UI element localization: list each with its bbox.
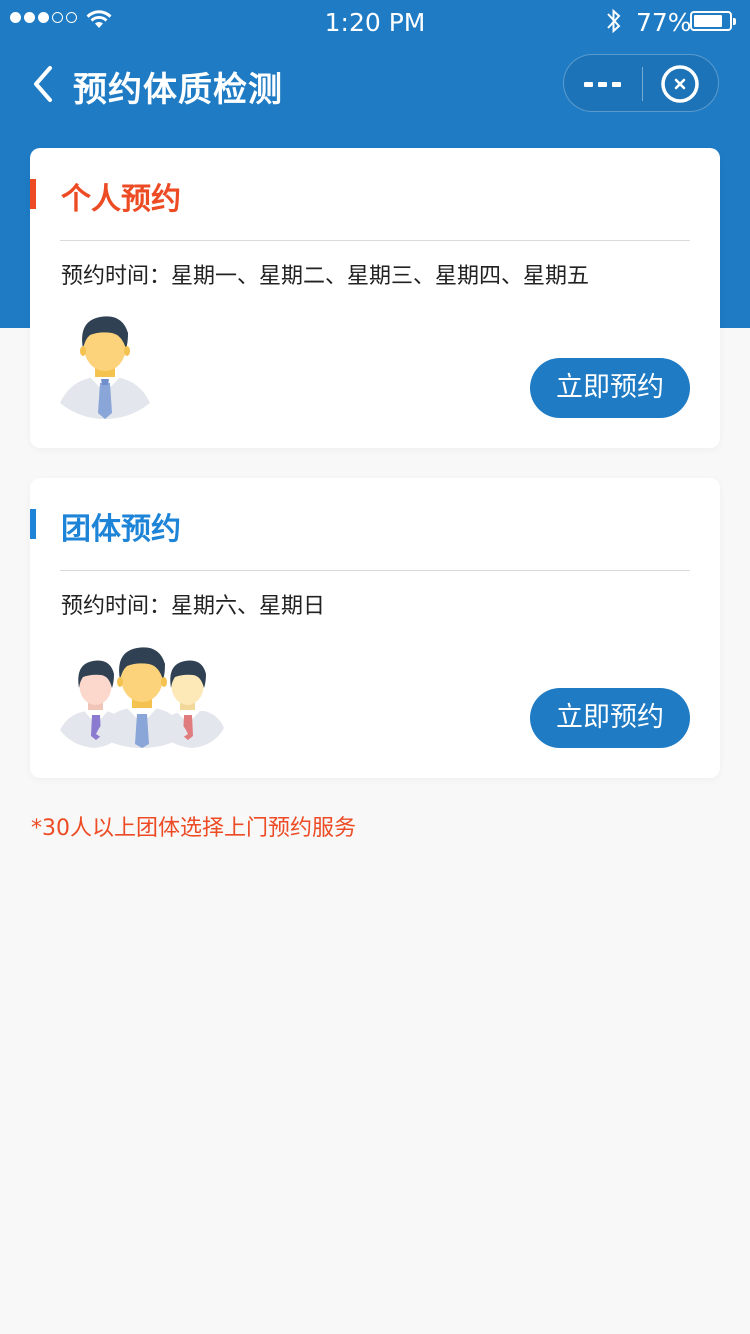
schedule-text: 预约时间：星期六、星期日 — [61, 588, 325, 620]
miniprogram-close-icon[interactable] — [660, 64, 700, 104]
page-title: 预约体质检测 — [73, 70, 283, 110]
schedule-label: 预约时间： — [61, 594, 172, 619]
bluetooth-icon — [607, 8, 621, 34]
miniprogram-capsule — [563, 54, 719, 112]
back-button[interactable] — [26, 62, 66, 106]
group-booking-card: 团体预约 预约时间：星期六、星期日 立即预约 — [30, 478, 720, 778]
card-divider — [60, 240, 690, 241]
card-title: 团体预约 — [61, 512, 181, 547]
more-dots-icon[interactable] — [584, 75, 628, 93]
capsule-divider — [642, 67, 643, 101]
status-bar: 1:20 PM 77% — [0, 0, 750, 44]
book-now-button[interactable]: 立即预约 — [530, 688, 690, 748]
battery-icon — [690, 11, 736, 31]
schedule-label: 预约时间： — [61, 264, 172, 289]
book-now-button[interactable]: 立即预约 — [530, 358, 690, 418]
individual-booking-card: 个人预约 预约时间：星期一、星期二、星期三、星期四、星期五 立即预约 — [30, 148, 720, 448]
card-divider — [60, 570, 690, 571]
group-notice-text: *30人以上团体选择上门预约服务 — [31, 816, 356, 841]
battery-percent: 77% — [636, 8, 692, 37]
schedule-value: 星期六、星期日 — [171, 594, 326, 619]
group-avatar-icon — [60, 647, 224, 748]
schedule-value: 星期一、星期二、星期三、星期四、星期五 — [171, 264, 590, 289]
card-title: 个人预约 — [61, 182, 181, 217]
card-accent-bar — [30, 509, 36, 539]
card-accent-bar — [30, 179, 36, 209]
schedule-text: 预约时间：星期一、星期二、星期三、星期四、星期五 — [61, 258, 589, 290]
single-person-avatar-icon — [60, 316, 150, 419]
